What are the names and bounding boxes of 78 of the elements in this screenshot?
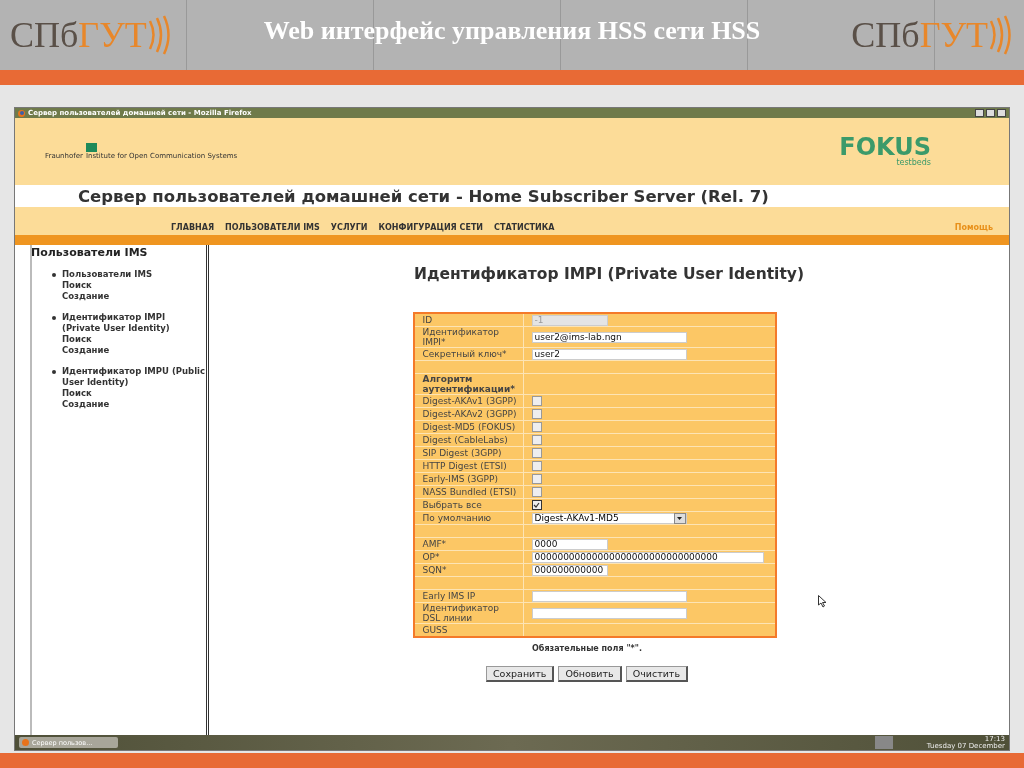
checkbox-label: Early-IMS (3GPP) <box>414 473 524 485</box>
checkbox-label: SIP Digest (3GPP) <box>414 447 524 459</box>
field-label: Идентификатор DSL линии <box>414 603 524 623</box>
checkbox[interactable] <box>531 474 542 484</box>
logo-icon <box>85 143 97 152</box>
sidebar-item[interactable]: Идентификатор IMPU (Public User Identity) <box>62 366 206 388</box>
close-button[interactable] <box>997 109 1006 117</box>
text-field[interactable]: 0000 <box>531 538 608 550</box>
field-label: OP* <box>414 551 524 563</box>
logo-text: СПб <box>10 14 79 56</box>
form-button[interactable]: Обновить <box>558 666 622 682</box>
field-label: Идентификатор IMPI* <box>414 327 524 347</box>
checkbox[interactable] <box>531 435 542 445</box>
sidebar-link[interactable]: Поиск <box>62 334 206 345</box>
checkbox[interactable] <box>531 422 542 432</box>
slide-title: Web интерфейс управления HSS сети HSS <box>263 16 761 46</box>
logo-text: ГУТ <box>78 14 147 56</box>
maximize-button[interactable] <box>986 109 995 117</box>
checkbox-label: Digest-AKAv2 (3GPP) <box>414 408 524 420</box>
field-label: По умолчанию <box>414 512 524 524</box>
sidebar-link[interactable]: Создание <box>62 291 153 302</box>
required-note: Обязательные поля "*". <box>532 644 642 653</box>
text-field[interactable] <box>531 590 687 602</box>
field-label: Секретный ключ* <box>414 348 524 360</box>
sidebar-link[interactable]: Поиск <box>62 280 153 291</box>
logo-text: СПб <box>851 14 920 56</box>
section-label: Алгоритм аутентификации* <box>414 374 524 394</box>
checkbox-label: Digest-MD5 (FOKUS) <box>414 421 524 433</box>
sidebar-item[interactable]: Идентификатор IMPI (Private User Identity) <box>62 312 206 334</box>
sidebar-item[interactable]: Пользователи IMS <box>62 269 153 280</box>
checkbox[interactable] <box>531 461 542 471</box>
text-field[interactable]: user2 <box>531 348 687 360</box>
logo-text: ГУТ <box>919 14 988 56</box>
caret-icon <box>673 512 686 524</box>
checkbox[interactable] <box>531 396 542 406</box>
brand-tagline: testbeds <box>896 158 931 167</box>
sidebar-link[interactable]: Создание <box>62 399 206 410</box>
checkbox-label: HTTP Digest (ETSI) <box>414 460 524 472</box>
cursor-icon <box>818 595 827 608</box>
bullet-icon <box>52 316 56 320</box>
bullet-icon <box>52 273 56 277</box>
field-label: GUSS <box>414 624 524 636</box>
field-label: Early IMS IP <box>414 590 524 602</box>
nav-link[interactable]: ГЛАВНАЯ <box>171 223 215 232</box>
content-heading: Идентификатор IMPI (Private User Identity) <box>414 265 804 283</box>
nav-link[interactable]: СТАТИСТИКА <box>494 223 555 232</box>
waves-icon <box>146 15 173 55</box>
nav-link[interactable]: ПОЛЬЗОВАТЕЛИ IMS <box>225 223 320 232</box>
form-button[interactable]: Очистить <box>625 666 688 682</box>
sidebar-heading: Пользователи IMS <box>31 246 149 259</box>
bullet-icon <box>52 370 56 374</box>
text-field[interactable]: user2@ims-lab.ngn <box>531 331 687 343</box>
checkbox[interactable] <box>531 487 542 497</box>
checkbox-label: Выбрать все <box>414 499 524 511</box>
text-field[interactable] <box>531 607 687 619</box>
field-label: ID <box>414 314 524 326</box>
minimize-button[interactable] <box>975 109 984 117</box>
form-button[interactable]: Сохранить <box>485 666 555 682</box>
field-label: SQN* <box>414 564 524 576</box>
waves-icon <box>988 15 1014 55</box>
nav-link[interactable]: КОНФИГУРАЦИЯ СЕТИ <box>378 223 484 232</box>
browser-icon <box>18 109 25 117</box>
nav-link[interactable]: УСЛУГИ <box>330 223 368 232</box>
text-field[interactable]: 00000000000000000000000000000000 <box>531 551 764 563</box>
browser-icon <box>22 739 29 746</box>
field-label: AMF* <box>414 538 524 550</box>
checkbox[interactable] <box>531 409 542 419</box>
checkbox[interactable] <box>531 448 542 458</box>
checkbox-label: Digest (CableLabs) <box>414 434 524 446</box>
sidebar-link[interactable]: Поиск <box>62 388 206 399</box>
sidebar-link[interactable]: Создание <box>62 345 206 356</box>
workspace-switcher[interactable] <box>874 736 893 749</box>
brand-logo: FOKUS <box>839 136 931 158</box>
checkbox-label: Digest-AKAv1 (3GPP) <box>414 395 524 407</box>
text-field[interactable]: 000000000000 <box>531 564 608 576</box>
checkbox[interactable] <box>531 500 542 510</box>
checkbox-label: NASS Bundled (ETSI) <box>414 486 524 498</box>
dropdown[interactable]: Digest-AKAv1-MD5 <box>531 512 687 524</box>
